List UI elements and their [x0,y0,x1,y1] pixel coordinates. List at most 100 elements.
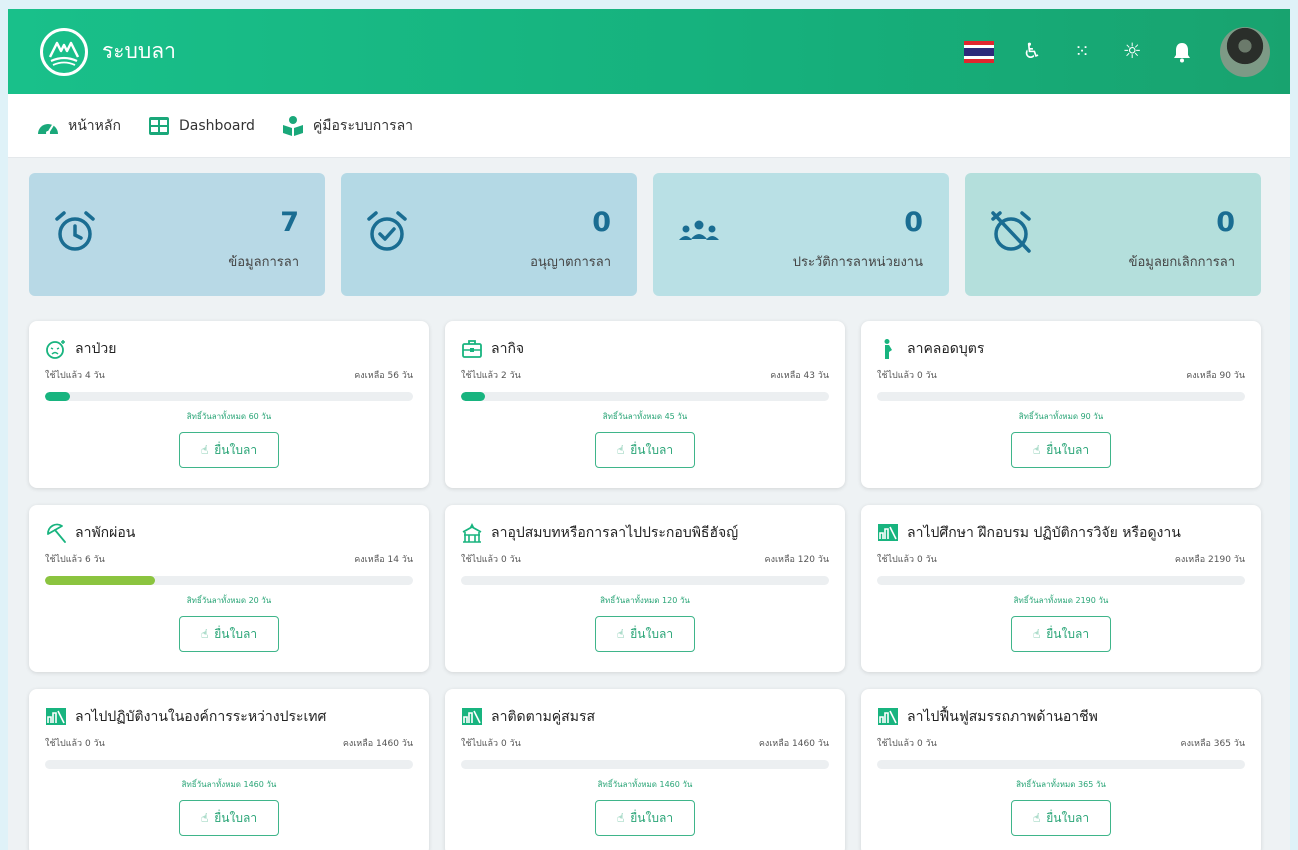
hand-pointer-icon: ☝ [616,627,625,641]
stat-label: ข้อมูลยกเลิกการลา [1128,255,1235,270]
manual-book-icon [281,115,305,137]
alarm-clock-icon [51,207,99,255]
sign-language-icon[interactable]: ⁙ [1070,42,1094,61]
leave-card-spouse: ลาติดตามคู่สมรส ใช้ไปแล้ว 0 วัน คงเหลือ … [445,689,845,850]
nav-item-home[interactable]: หน้าหลัก [36,115,121,137]
pregnant-woman-icon [877,338,899,360]
nav-item-dashboard[interactable]: Dashboard [147,115,255,137]
top-header: ระบบลา ♿ ⁙ ☼ [8,9,1290,94]
remaining-days: คงเหลือ 56 วัน [354,371,413,381]
submit-label: ยื่นใบลา [630,626,674,641]
remaining-days: คงเหลือ 1460 วัน [342,739,413,749]
submit-leave-button[interactable]: ☝ ยื่นใบลา [179,800,279,836]
progress-fill [45,576,156,585]
thai-flag-icon[interactable] [964,40,994,63]
leave-cards-grid: ลาป่วย ใช้ไปแล้ว 4 วัน คงเหลือ 56 วัน สิ… [29,321,1261,850]
submit-label: ยื่นใบลา [214,442,258,457]
stat-cancellations[interactable]: 0 ข้อมูลยกเลิกการลา [965,173,1261,296]
beach-umbrella-icon [45,522,67,544]
nav-label-home: หน้าหลัก [68,117,121,134]
submit-label: ยื่นใบลา [1046,810,1090,825]
stat-label: ประวัติการลาหน่วยงาน [792,255,923,270]
remaining-days: คงเหลือ 43 วัน [770,371,829,381]
stat-value: 0 [904,207,923,238]
leave-card-vacation: ลาพักผ่อน ใช้ไปแล้ว 6 วัน คงเหลือ 14 วัน… [29,505,429,672]
alarm-off-icon [987,207,1035,255]
leave-progress-bar [877,760,1245,769]
temple-icon [461,522,483,544]
hand-pointer-icon: ☝ [200,627,209,641]
leave-title: ลาไปฟื้นฟูสมรรถภาพด้านอาชีพ [907,709,1098,725]
stat-label: ข้อมูลการลา [228,255,299,270]
leave-title: ลาป่วย [75,341,117,357]
total-days: สิทธิ์วันลาทั้งหมด 2190 วัน [1013,596,1109,605]
submit-label: ยื่นใบลา [630,442,674,457]
submit-leave-button[interactable]: ☝ ยื่นใบลา [595,800,695,836]
nav-label-dashboard: Dashboard [178,117,255,134]
used-days: ใช้ไปแล้ว 0 วัน [45,739,105,749]
leave-progress-bar [45,760,413,769]
hand-pointer-icon: ☝ [1032,443,1041,457]
hand-pointer-icon: ☝ [1032,627,1041,641]
submit-label: ยื่นใบลา [1046,442,1090,457]
leave-progress-bar [877,576,1245,585]
stat-value: 0 [592,207,611,238]
leave-progress-bar [45,576,413,585]
stat-unit-history[interactable]: 0 ประวัติการลาหน่วยงาน [653,173,949,296]
theme-sun-icon[interactable]: ☼ [1120,41,1144,62]
submit-leave-button[interactable]: ☝ ยื่นใบลา [179,616,279,652]
used-days: ใช้ไปแล้ว 0 วัน [461,555,521,565]
used-days: ใช้ไปแล้ว 6 วัน [45,555,105,565]
leave-title: ลาอุปสมบทหรือการลาไปประกอบพิธีฮัจญ์ [491,525,739,541]
remaining-days: คงเหลือ 120 วัน [764,555,829,565]
used-days: ใช้ไปแล้ว 0 วัน [877,739,937,749]
alarm-check-icon [363,207,411,255]
submit-leave-button[interactable]: ☝ ยื่นใบลา [1011,800,1111,836]
bell-icon[interactable] [1170,41,1194,63]
leave-title: ลาไปศึกษา ฝึกอบรม ปฏิบัติการวิจัย หรือดู… [907,525,1181,541]
app-logo-icon[interactable] [40,27,88,76]
hand-pointer-icon: ☝ [200,443,209,457]
submit-label: ยื่นใบลา [630,810,674,825]
nav-item-manual[interactable]: คู่มือระบบการลา [281,115,413,137]
briefcase-icon [461,338,483,360]
submit-leave-button[interactable]: ☝ ยื่นใบลา [595,616,695,652]
leave-card-rehab: ลาไปฟื้นฟูสมรรถภาพด้านอาชีพ ใช้ไปแล้ว 0 … [861,689,1261,850]
submit-leave-button[interactable]: ☝ ยื่นใบลา [179,432,279,468]
leave-title: ลาคลอดบุตร [907,341,985,357]
main-nav: หน้าหลัก Dashboard คู่มือระบบการลา [8,94,1290,158]
submit-leave-button[interactable]: ☝ ยื่นใบลา [1011,432,1111,468]
leave-title: ลากิจ [491,341,525,357]
leave-progress-bar [45,392,413,401]
study-board-icon [461,706,483,728]
accessibility-icon[interactable]: ♿ [1020,41,1044,62]
dashboard-gauge-icon [36,115,60,137]
leave-card-maternity: ลาคลอดบุตร ใช้ไปแล้ว 0 วัน คงเหลือ 90 วั… [861,321,1261,488]
used-days: ใช้ไปแล้ว 0 วัน [877,555,937,565]
progress-fill [45,392,70,401]
hand-pointer-icon: ☝ [1032,811,1041,825]
leave-progress-bar [461,392,829,401]
leave-card-study: ลาไปศึกษา ฝึกอบรม ปฏิบัติการวิจัย หรือดู… [861,505,1261,672]
hand-pointer-icon: ☝ [200,811,209,825]
remaining-days: คงเหลือ 2190 วัน [1174,555,1245,565]
study-board-icon [877,706,899,728]
leave-title: ลาไปปฏิบัติงานในองค์การระหว่างประเทศ [75,709,327,725]
leave-card-personal: ลากิจ ใช้ไปแล้ว 2 วัน คงเหลือ 43 วัน สิท… [445,321,845,488]
progress-fill [461,392,485,401]
remaining-days: คงเหลือ 14 วัน [354,555,413,565]
leave-card-sick: ลาป่วย ใช้ไปแล้ว 4 วัน คงเหลือ 56 วัน สิ… [29,321,429,488]
submit-leave-button[interactable]: ☝ ยื่นใบลา [1011,616,1111,652]
submit-leave-button[interactable]: ☝ ยื่นใบลา [595,432,695,468]
user-avatar[interactable] [1220,26,1270,77]
stat-approvals[interactable]: 0 อนุญาตการลา [341,173,637,296]
people-group-icon [675,207,723,255]
leave-card-intl-org: ลาไปปฏิบัติงานในองค์การระหว่างประเทศ ใช้… [29,689,429,850]
total-days: สิทธิ์วันลาทั้งหมด 20 วัน [186,596,272,605]
grid-table-icon [147,115,171,137]
remaining-days: คงเหลือ 365 วัน [1180,739,1245,749]
stat-value: 7 [280,207,299,238]
leave-title: ลาติดตามคู่สมรส [491,709,596,725]
submit-label: ยื่นใบลา [214,810,258,825]
stat-leave-records[interactable]: 7 ข้อมูลการลา [29,173,325,296]
